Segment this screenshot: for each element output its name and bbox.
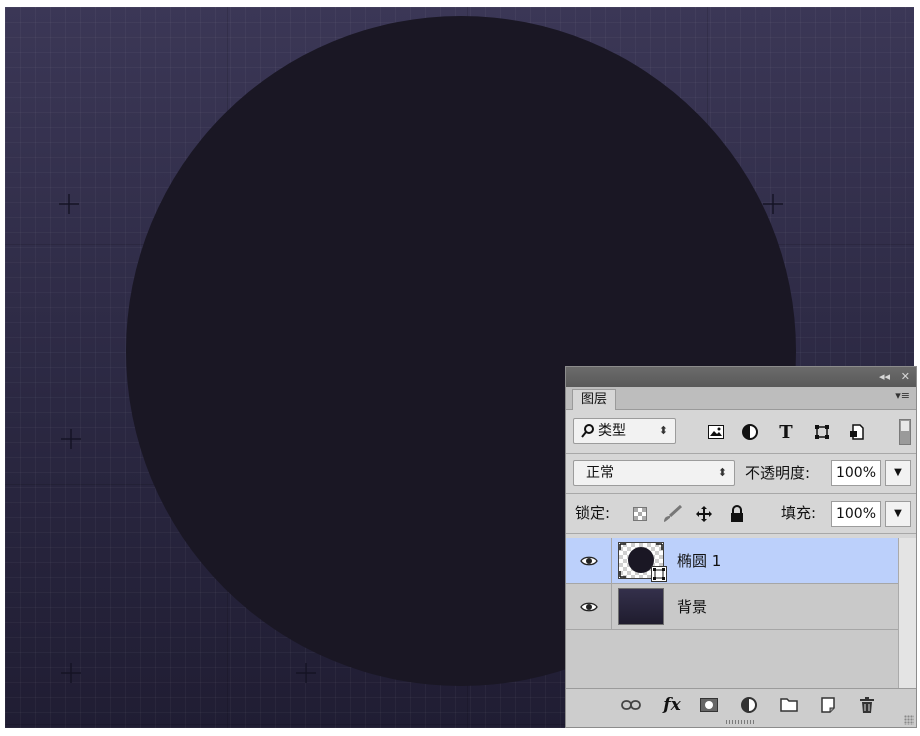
visibility-eye-icon[interactable] bbox=[566, 538, 612, 583]
delete-layer-icon[interactable] bbox=[856, 695, 878, 715]
lock-paint-icon[interactable] bbox=[662, 504, 682, 524]
updown-arrow-icon: ⬍ bbox=[658, 424, 668, 437]
lock-all-icon[interactable] bbox=[727, 504, 747, 524]
close-panel-icon[interactable]: ✕ bbox=[901, 369, 910, 385]
panel-resize-corner[interactable] bbox=[904, 715, 914, 725]
crosshair-mark bbox=[61, 663, 81, 683]
search-icon bbox=[581, 419, 595, 451]
opacity-label: 不透明度: bbox=[745, 464, 811, 482]
layer-row-ellipse[interactable]: 椭圆 1 bbox=[566, 538, 898, 584]
divider bbox=[566, 493, 916, 494]
layer-list: 椭圆 1 背景 bbox=[566, 538, 898, 688]
panel-menu-icon[interactable]: ▾≡ bbox=[895, 389, 910, 402]
layers-panel: ◂◂ ✕ 图层 ▾≡ 类型 ⬍ T 正常 ⬍ 不透明度: 100% ▼ 锁定: bbox=[565, 366, 917, 728]
visibility-eye-icon[interactable] bbox=[566, 584, 612, 629]
filter-toggle-switch[interactable] bbox=[899, 419, 911, 445]
adjustment-filter-icon[interactable] bbox=[740, 422, 760, 442]
panel-resize-grip[interactable] bbox=[726, 720, 756, 724]
shape-filter-icon[interactable] bbox=[812, 422, 832, 442]
layer-name[interactable]: 椭圆 1 bbox=[677, 550, 721, 571]
add-mask-icon[interactable] bbox=[698, 695, 720, 715]
layer-name[interactable]: 背景 bbox=[677, 596, 707, 617]
opacity-input[interactable]: 100% bbox=[831, 460, 881, 486]
filter-kind-select[interactable]: 类型 ⬍ bbox=[573, 418, 676, 444]
crosshair-mark bbox=[61, 429, 81, 449]
lock-transparent-icon[interactable] bbox=[630, 504, 650, 524]
blend-mode-select[interactable]: 正常 ⬍ bbox=[573, 460, 735, 486]
lock-position-icon[interactable] bbox=[694, 504, 714, 524]
fill-label: 填充: bbox=[781, 504, 817, 522]
crosshair-mark bbox=[59, 194, 79, 214]
panel-tab-row: 图层 ▾≡ bbox=[566, 387, 916, 410]
layer-list-scrollbar[interactable] bbox=[898, 538, 916, 688]
new-adjustment-icon[interactable] bbox=[738, 695, 760, 715]
panel-bottom-toolbar: fx bbox=[566, 688, 916, 727]
link-layers-icon[interactable] bbox=[620, 695, 642, 715]
new-group-icon[interactable] bbox=[778, 695, 800, 715]
vector-mask-badge-icon bbox=[651, 566, 667, 582]
crosshair-mark bbox=[296, 663, 316, 683]
smart-object-filter-icon[interactable] bbox=[847, 422, 867, 442]
collapse-panel-icon[interactable]: ◂◂ bbox=[879, 369, 890, 385]
layer-row-background[interactable]: 背景 bbox=[566, 584, 898, 630]
updown-arrow-icon: ⬍ bbox=[717, 466, 727, 479]
panel-titlebar[interactable]: ◂◂ ✕ bbox=[566, 367, 916, 387]
new-layer-icon[interactable] bbox=[817, 695, 839, 715]
lock-label: 锁定: bbox=[575, 504, 611, 522]
layer-thumbnail bbox=[618, 542, 667, 582]
crosshair-mark bbox=[763, 194, 783, 214]
opacity-dropdown-button[interactable]: ▼ bbox=[885, 460, 911, 486]
tab-layers[interactable]: 图层 bbox=[572, 389, 617, 410]
fx-icon[interactable]: fx bbox=[661, 695, 683, 715]
type-filter-icon[interactable]: T bbox=[776, 422, 796, 443]
divider bbox=[566, 453, 916, 454]
divider bbox=[566, 533, 916, 534]
image-filter-icon[interactable] bbox=[706, 422, 726, 442]
filter-kind-label: 类型 bbox=[598, 423, 626, 439]
fill-dropdown-button[interactable]: ▼ bbox=[885, 501, 911, 527]
blend-mode-value: 正常 bbox=[586, 465, 614, 481]
fill-input[interactable]: 100% bbox=[831, 501, 881, 527]
layer-thumbnail bbox=[618, 588, 664, 625]
